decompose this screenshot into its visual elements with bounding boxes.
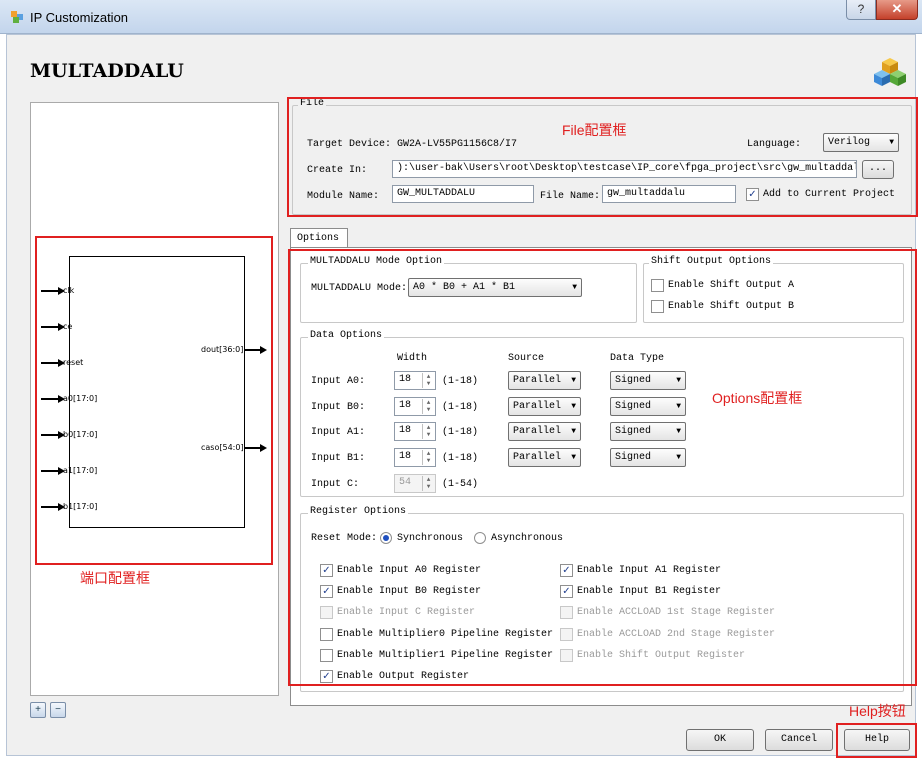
app-icon <box>11 11 23 23</box>
page-title: MULTADDALU <box>30 60 184 82</box>
window-title: IP Customization <box>30 10 129 25</box>
port-annotation-box <box>35 236 273 565</box>
help-annotation-label: Help按钮 <box>849 703 906 719</box>
options-annotation-box <box>288 249 917 686</box>
close-button[interactable]: ✕ <box>876 0 918 20</box>
options-annotation-label: Options配置框 <box>712 390 803 406</box>
ok-button[interactable]: OK <box>686 729 754 751</box>
help-annotation-box <box>836 723 917 758</box>
help-question-button[interactable]: ? <box>846 0 876 20</box>
ip-cubes-icon <box>874 58 906 86</box>
zoom-in-icon[interactable]: + <box>30 702 46 718</box>
tab-options[interactable]: Options <box>290 228 348 248</box>
zoom-out-icon[interactable]: − <box>50 702 66 718</box>
file-annotation-label: File配置框 <box>562 122 627 138</box>
cancel-button[interactable]: Cancel <box>765 729 833 751</box>
file-annotation-box <box>287 97 918 217</box>
port-annotation-label: 端口配置框 <box>80 570 150 586</box>
title-bar <box>0 0 922 34</box>
